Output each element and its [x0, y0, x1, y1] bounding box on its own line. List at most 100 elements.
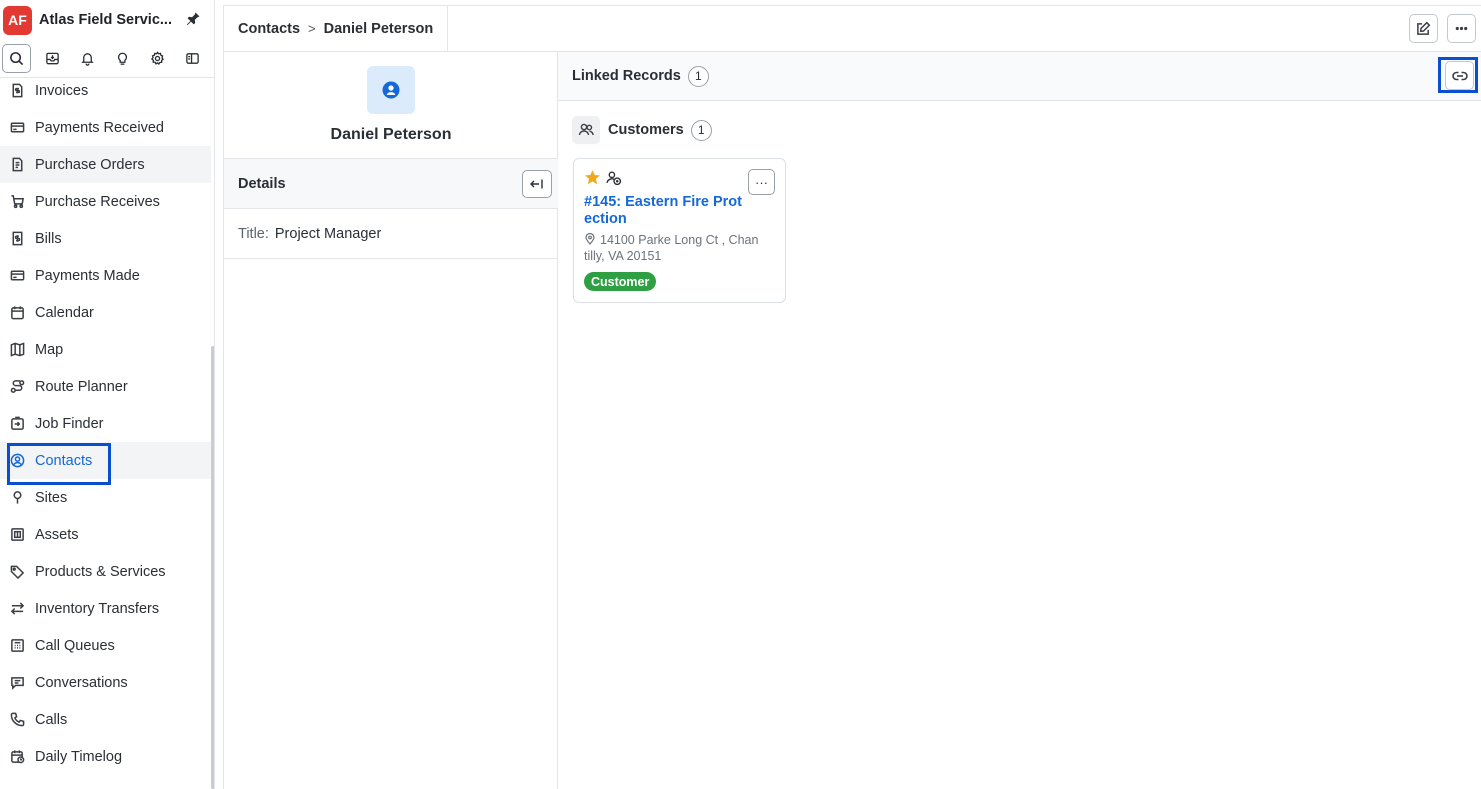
customer-address: 14100 Parke Long Ct , Chantilly, VA 2015… — [584, 232, 759, 264]
breadcrumb-separator: > — [308, 21, 316, 36]
sidebar-item-label: Payments Made — [35, 267, 140, 284]
linked-records-count: 1 — [687, 65, 709, 87]
sidebar-item-daily-timelog[interactable]: Daily Timelog — [0, 738, 211, 775]
collapse-panel-button[interactable] — [522, 170, 552, 198]
asset-icon — [9, 527, 25, 543]
document-icon — [9, 157, 25, 173]
sidebar-item-calendar[interactable]: Calendar — [0, 294, 211, 331]
customers-section-title: Customers — [608, 122, 684, 138]
map-icon — [9, 342, 25, 358]
sidebar-item-label: Contacts — [35, 452, 93, 469]
address-text: 14100 Parke Long Ct , Chantilly, VA 2015… — [584, 233, 759, 263]
edit-button[interactable] — [1409, 14, 1438, 43]
sidebar-scrollbar[interactable] — [211, 346, 214, 789]
lightbulb-icon — [117, 52, 127, 65]
sidebar-item-label: Job Finder — [35, 415, 104, 432]
settings-button[interactable] — [142, 44, 172, 74]
link-button-highlight — [1438, 57, 1478, 93]
top-bar: Contacts > Daniel Peterson — [224, 5, 1481, 52]
contact-name: Daniel Peterson — [330, 126, 452, 143]
sidebar-item-purchase-orders[interactable]: Purchase Orders — [0, 146, 211, 183]
more-icon — [1455, 26, 1468, 31]
star-icon[interactable] — [584, 169, 601, 186]
customer-link[interactable]: #145: Eastern Fire Protection — [584, 194, 744, 228]
tag-icon — [9, 564, 25, 580]
sidebar-item-label: Calls — [35, 711, 68, 728]
notifications-button[interactable] — [72, 44, 102, 74]
avatar — [367, 66, 415, 114]
customer-link-icon — [606, 171, 622, 186]
sidebar-item-label: Sites — [35, 489, 68, 506]
collapse-left-icon — [530, 179, 543, 189]
customer-card[interactable]: ··· #145: Eastern Fire Protection 14100 … — [573, 158, 786, 303]
app-name[interactable]: Atlas Field Servic... — [39, 12, 172, 28]
sidebar-item-products-services[interactable]: Products & Services — [0, 553, 211, 590]
sidebar-item-label: Products & Services — [35, 563, 166, 580]
inbox-button[interactable] — [37, 44, 67, 74]
card-icon — [9, 120, 25, 136]
main-content: Contacts > Daniel Peterson Daniel Peters… — [223, 5, 1481, 789]
call-queue-icon — [9, 638, 25, 654]
top-actions — [1400, 14, 1476, 43]
card-icon — [9, 268, 25, 284]
transfer-icon — [9, 601, 25, 617]
sidebar-item-label: Conversations — [35, 674, 128, 691]
sidebar-item-bills[interactable]: Bills — [0, 220, 211, 257]
sidebar-item-label: Bills — [35, 230, 62, 247]
sidebar-item-label: Purchase Orders — [35, 156, 145, 173]
breadcrumb-current: Daniel Peterson — [323, 20, 434, 37]
sidebar-item-contacts[interactable]: Contacts — [0, 442, 211, 479]
customers-count: 1 — [690, 119, 712, 141]
person-icon — [382, 81, 400, 99]
customers-icon — [572, 116, 600, 144]
sidebar-item-label: Assets — [35, 526, 79, 543]
sidebar-item-route-planner[interactable]: Route Planner — [0, 368, 211, 405]
card-more-button[interactable]: ··· — [748, 169, 775, 195]
sidebar-item-inventory-transfers[interactable]: Inventory Transfers — [0, 590, 211, 627]
route-icon — [9, 379, 25, 395]
search-button[interactable] — [2, 44, 31, 73]
sidebar-item-payments-received[interactable]: Payments Received — [0, 109, 211, 146]
sidebar-item-label: Invoices — [35, 82, 89, 99]
sidebar-item-assets[interactable]: Assets — [0, 516, 211, 553]
sidebar-toggle-button[interactable] — [177, 44, 207, 74]
sidebar-item-job-finder[interactable]: Job Finder — [0, 405, 211, 442]
sidebar-item-invoices[interactable]: Invoices — [0, 72, 211, 109]
app-logo[interactable]: AF — [3, 5, 32, 35]
sidebar-item-conversations[interactable]: Conversations — [0, 664, 211, 701]
sidebar-item-label: Call Queues — [35, 637, 115, 654]
linked-records-header: Linked Records 1 — [558, 52, 1481, 101]
search-icon — [10, 52, 24, 66]
breadcrumb-parent[interactable]: Contacts — [238, 21, 300, 37]
detail-row-title: Title: Project Manager — [224, 209, 558, 259]
sidebar-item-label: Purchase Receives — [35, 193, 160, 210]
sidebar-item-purchase-receives[interactable]: Purchase Receives — [0, 183, 211, 220]
sidebar-item-label: Map — [35, 341, 64, 358]
sidebar-item-map[interactable]: Map — [0, 331, 211, 368]
detail-value: Project Manager — [274, 225, 382, 242]
contact-panel: Daniel Peterson Details Title: Project M… — [224, 52, 558, 789]
brand-header: AF Atlas Field Servic... — [0, 0, 214, 40]
sidebar-nav: Invoices Payments Received Purchase Orde… — [0, 72, 211, 775]
chat-icon — [9, 675, 25, 691]
more-button[interactable] — [1447, 14, 1476, 43]
location-icon — [585, 233, 595, 245]
sidebar-item-sites[interactable]: Sites — [0, 479, 211, 516]
sidebar-item-payments-made[interactable]: Payments Made — [0, 257, 211, 294]
pin-icon[interactable] — [185, 11, 201, 27]
sidebar: AF Atlas Field Servic... Invoices Paymen… — [0, 0, 215, 789]
card-icons — [584, 169, 622, 186]
details-title: Details — [238, 175, 286, 192]
sidebar-item-calls[interactable]: Calls — [0, 701, 211, 738]
breadcrumb: Contacts > Daniel Peterson — [224, 5, 449, 52]
pin-icon — [9, 490, 25, 506]
sidebar-item-call-queues[interactable]: Call Queues — [0, 627, 211, 664]
inbox-icon — [45, 52, 59, 65]
bill-icon — [9, 231, 25, 247]
cart-icon — [9, 194, 25, 210]
customer-tag: Customer — [584, 272, 657, 291]
invoice-icon — [9, 83, 25, 99]
gear-icon — [150, 51, 164, 66]
sidebar-item-label: Daily Timelog — [35, 748, 123, 765]
tips-button[interactable] — [107, 44, 137, 74]
